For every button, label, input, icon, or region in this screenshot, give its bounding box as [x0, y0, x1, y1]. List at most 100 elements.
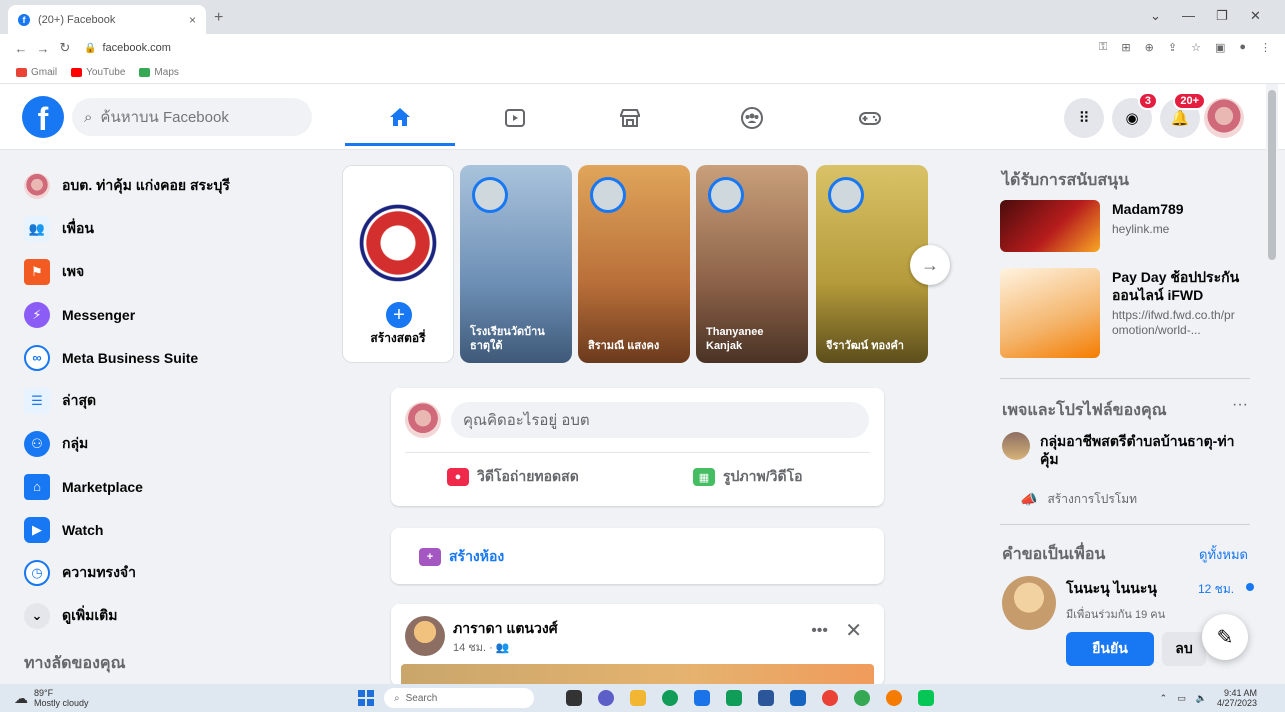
- window-close-button[interactable]: ✕: [1250, 8, 1261, 24]
- line-icon[interactable]: [918, 690, 934, 706]
- post-image[interactable]: [401, 664, 874, 686]
- sidebar-item-pages[interactable]: ⚑ เพจ: [0, 250, 320, 293]
- story-card[interactable]: โรงเรียนวัดบ้านธาตุใต้: [460, 165, 572, 363]
- share-icon[interactable]: ⇪: [1168, 41, 1177, 54]
- more-options-icon[interactable]: ···: [1232, 396, 1248, 414]
- notifications-button[interactable]: 🔔 20+: [1160, 92, 1206, 138]
- sidebar-item-watch[interactable]: ▶ Watch: [0, 508, 320, 551]
- friend-request-name[interactable]: โนนะนุ ไนนะนุ: [1066, 578, 1157, 600]
- bookmark-star-icon[interactable]: ☆: [1191, 41, 1201, 54]
- tab-watch[interactable]: [460, 90, 570, 146]
- watch-icon: [505, 109, 525, 127]
- start-button[interactable]: [358, 690, 374, 706]
- post-timestamp[interactable]: 14 ชม. · 👥: [453, 638, 510, 656]
- story-card[interactable]: Thanyanee Kanjak: [696, 165, 808, 363]
- network-icon[interactable]: ▭: [1177, 693, 1186, 704]
- app-icon[interactable]: [886, 690, 902, 706]
- reload-icon[interactable]: ↻: [54, 40, 76, 56]
- recent-icon: ☰: [24, 387, 50, 414]
- tab-marketplace[interactable]: [575, 90, 685, 146]
- pages-profiles-heading: เพจและโปรไฟล์ของคุณ: [1002, 402, 1167, 419]
- teams-icon[interactable]: [598, 690, 614, 706]
- minimize-button[interactable]: —: [1182, 8, 1195, 23]
- file-explorer-icon[interactable]: [566, 690, 582, 706]
- create-promotion-label: สร้างการโปรโมท: [1047, 492, 1138, 506]
- post-author-avatar[interactable]: [405, 616, 445, 656]
- store-icon[interactable]: [694, 690, 710, 706]
- edge-icon[interactable]: [662, 690, 678, 706]
- sidebar-item-groups[interactable]: ⚇ กลุ่ม: [0, 422, 320, 465]
- volume-icon[interactable]: 🔈: [1196, 693, 1207, 704]
- close-icon[interactable]: ✕: [845, 618, 862, 643]
- new-message-button[interactable]: ✎: [1202, 614, 1248, 660]
- create-story-card[interactable]: + สร้างสตอรี่: [342, 165, 454, 363]
- tab-search-icon[interactable]: ⌄: [1150, 8, 1161, 24]
- facebook-logo[interactable]: f: [22, 96, 64, 138]
- bookmark-maps[interactable]: Maps: [139, 67, 179, 78]
- sidebar-item-meta-business[interactable]: ∞ Meta Business Suite: [0, 336, 320, 379]
- story-name: สิรามณี แสงคง: [588, 340, 660, 352]
- folder-icon[interactable]: [630, 690, 646, 706]
- sponsored-ad[interactable]: Madam789 heylink.me: [1000, 200, 1184, 252]
- post-author-name[interactable]: ภาราดา แตนวงศ์: [453, 618, 558, 640]
- photo-video-button[interactable]: ▦ รูปภาพ/วิดีโอ: [693, 466, 803, 488]
- more-options-icon[interactable]: •••: [811, 622, 828, 640]
- forward-arrow-icon[interactable]: →: [32, 41, 54, 56]
- app-icon[interactable]: [790, 690, 806, 706]
- delete-button[interactable]: ลบ: [1162, 632, 1206, 666]
- sidebar-item-recent[interactable]: ☰ ล่าสุด: [0, 379, 320, 422]
- back-arrow-icon[interactable]: ←: [10, 41, 32, 56]
- app-icon[interactable]: [822, 690, 838, 706]
- see-all-link[interactable]: ดูทั้งหมด: [1199, 544, 1248, 565]
- tab-close-icon[interactable]: ×: [189, 13, 196, 27]
- url-field[interactable]: 🔒 facebook.com: [84, 42, 171, 54]
- restore-button[interactable]: ❐: [1216, 8, 1228, 24]
- page-scrollbar[interactable]: [1266, 84, 1278, 684]
- clock[interactable]: 9:41 AM 4/27/2023: [1217, 688, 1257, 708]
- tab-gaming[interactable]: [815, 90, 925, 146]
- create-room-label: สร้างห้อง: [449, 548, 505, 564]
- translate-icon[interactable]: ⊞: [1121, 41, 1130, 54]
- confirm-button[interactable]: ยืนยัน: [1066, 632, 1154, 666]
- word-icon[interactable]: [758, 690, 774, 706]
- menu-button[interactable]: ⠿: [1064, 98, 1104, 138]
- sponsored-ad[interactable]: Pay Day ช้อปประกันออนไลน์ iFWD https://i…: [1000, 268, 1240, 358]
- app-icon[interactable]: [726, 690, 742, 706]
- stories-next-arrow-icon[interactable]: →: [910, 245, 950, 285]
- chrome-icon[interactable]: [854, 690, 870, 706]
- page-shortcut[interactable]: กลุ่มอาชีพสตรีตำบลบ้านธาตุ-ท่าคุ้ม: [1002, 432, 1240, 468]
- chevron-up-icon[interactable]: ⌃: [1160, 693, 1168, 704]
- sidepanel-icon[interactable]: ▣: [1215, 41, 1225, 54]
- weather-widget[interactable]: ☁ 89°F Mostly cloudy: [14, 688, 89, 708]
- story-card[interactable]: สิรามณี แสงคง: [578, 165, 690, 363]
- browser-tab-facebook[interactable]: f (20+) Facebook ×: [8, 5, 206, 34]
- account-avatar[interactable]: [1204, 98, 1244, 138]
- sidebar-item-messenger[interactable]: ⚡ Messenger: [0, 293, 320, 336]
- sidebar-item-friends[interactable]: 👥 เพื่อน: [0, 207, 320, 250]
- search-input[interactable]: [100, 108, 291, 126]
- composer-input[interactable]: คุณคิดอะไรอยู่ อบต: [451, 402, 869, 438]
- search-box[interactable]: ⌕: [72, 98, 312, 136]
- profile-icon[interactable]: ●: [1239, 41, 1246, 54]
- composer-avatar[interactable]: [405, 402, 441, 438]
- scrollbar-thumb[interactable]: [1268, 90, 1276, 260]
- key-icon[interactable]: ⚿: [1099, 41, 1107, 54]
- sidebar-item-memories[interactable]: ◷ ความทรงจำ: [0, 551, 320, 594]
- bookmark-gmail[interactable]: Gmail: [16, 67, 57, 78]
- sidebar-item-see-more[interactable]: ⌄ ดูเพิ่มเติม: [0, 594, 320, 637]
- photo-icon: ▦: [693, 468, 715, 486]
- tab-home[interactable]: [345, 90, 455, 146]
- friend-request-avatar[interactable]: [1002, 576, 1056, 630]
- create-promotion-link[interactable]: 📣 สร้างการโปรโมท: [1020, 490, 1137, 509]
- sidebar-item-profile[interactable]: อบต. ท่าคุ้ม แก่งคอย สระบุรี: [0, 164, 320, 207]
- sidebar-item-marketplace[interactable]: ⌂ Marketplace: [0, 465, 320, 508]
- zoom-icon[interactable]: ⊕: [1145, 41, 1154, 54]
- taskbar-search[interactable]: ⌕ Search: [384, 688, 534, 708]
- messenger-button[interactable]: ◉ 3: [1112, 92, 1158, 138]
- menu-dots-icon[interactable]: ⋮: [1260, 41, 1271, 54]
- create-room-button[interactable]: + สร้างห้อง: [419, 546, 504, 568]
- bookmark-youtube[interactable]: YouTube: [71, 67, 125, 78]
- new-tab-button[interactable]: +: [214, 9, 223, 27]
- live-video-button[interactable]: ● วิดีโอถ่ายทอดสด: [447, 466, 579, 488]
- tab-groups[interactable]: [697, 90, 807, 146]
